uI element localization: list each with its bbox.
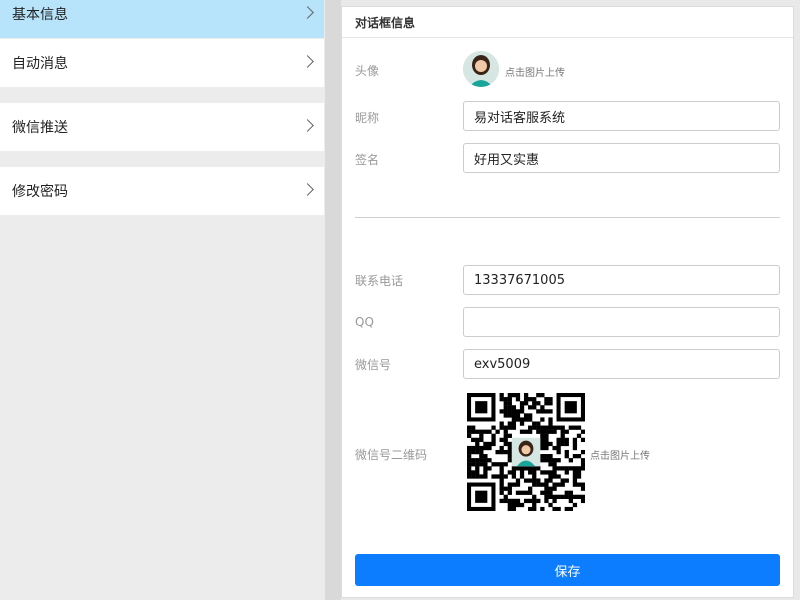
avatar-label: 头像 [355,64,380,78]
sidebar-item-label: 修改密码 [12,184,68,200]
avatar-image [463,51,499,87]
phone-label: 联系电话 [355,274,404,288]
dialog-info-panel: 对话框信息 头像 点击图片上传 昵称 易对话客服系统 签名 好用又实惠 联系电话… [341,6,794,598]
qq-field[interactable] [463,307,780,337]
chevron-right-icon [301,55,314,68]
sidebar-item-label: 基本信息 [12,7,68,23]
wechat-field[interactable]: exv5009 [463,349,780,379]
qr-code-image [467,393,586,512]
wechat-qr-label: 微信号二维码 [355,448,428,462]
wechat-label: 微信号 [355,358,392,372]
sidebar-item-wechat-push[interactable]: 微信推送 [0,103,324,151]
qr-upload-hint[interactable]: 点击图片上传 [590,447,650,462]
section-divider [355,217,780,218]
save-button[interactable]: 保存 [355,554,780,586]
sidebar-item-label: 自动消息 [12,56,68,72]
phone-value: 13337671005 [474,272,565,288]
sidebar-item-label: 微信推送 [12,120,68,136]
signature-field[interactable]: 好用又实惠 [463,143,780,173]
chevron-right-icon [301,119,314,132]
nickname-label: 昵称 [355,111,380,125]
avatar[interactable] [463,51,499,87]
qq-label: QQ [355,315,374,329]
chevron-right-icon [301,183,314,196]
sidebar-item-auto-message[interactable]: 自动消息 [0,39,324,87]
nickname-value: 易对话客服系统 [474,110,566,126]
panel-header: 对话框信息 [342,7,793,38]
sidebar: 基本信息 自动消息 微信推送 修改密码 [0,0,325,600]
chevron-right-icon [301,6,314,19]
sidebar-item-basic-info[interactable]: 基本信息 [0,0,324,38]
avatar-upload-hint[interactable]: 点击图片上传 [505,64,565,79]
wechat-value: exv5009 [474,356,531,372]
nickname-field[interactable]: 易对话客服系统 [463,101,780,131]
signature-value: 好用又实惠 [474,152,540,168]
phone-field[interactable]: 13337671005 [463,265,780,295]
wechat-qr-code[interactable] [467,393,586,512]
panel-title: 对话框信息 [355,15,416,30]
layout-divider [325,0,341,600]
signature-label: 签名 [355,153,380,167]
sidebar-item-change-password[interactable]: 修改密码 [0,167,324,215]
